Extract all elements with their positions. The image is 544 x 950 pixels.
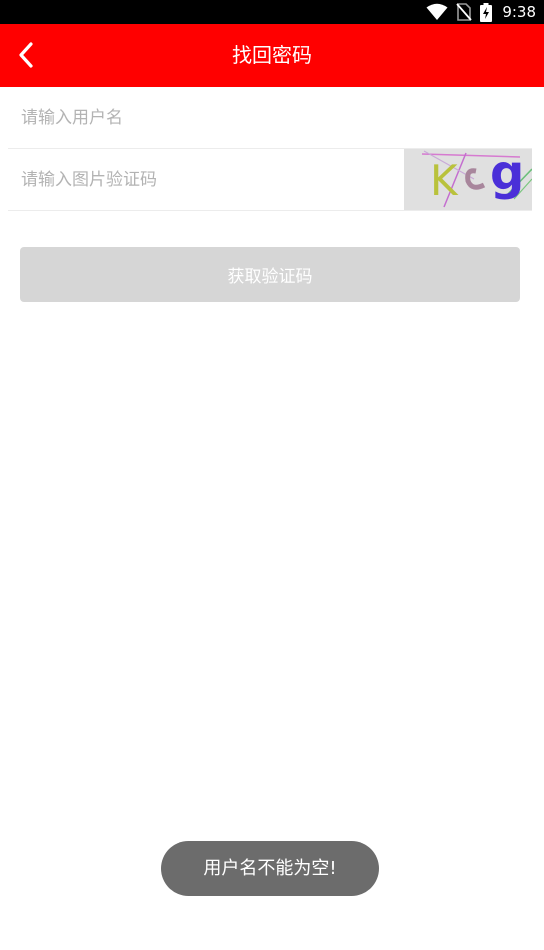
toast-message: 用户名不能为空! [161,841,379,896]
username-row [8,87,532,149]
username-input[interactable] [8,87,532,148]
captcha-image[interactable]: K g [404,149,532,210]
captcha-input[interactable] [8,149,404,210]
captcha-char: g [490,149,524,201]
status-time: 9:38 [502,3,536,21]
wifi-icon [426,3,448,20]
no-sim-icon [456,3,472,21]
captcha-row: K g [8,149,532,211]
captcha-char: K [430,156,459,205]
status-bar: 9:38 [0,0,544,24]
page-title: 找回密码 [232,43,312,67]
status-icons: 9:38 [426,0,536,24]
app-bar: 找回密码 [0,24,544,87]
battery-charging-icon [480,2,493,22]
get-code-button[interactable]: 获取验证码 [20,247,520,302]
recover-password-form: K g [0,87,544,211]
